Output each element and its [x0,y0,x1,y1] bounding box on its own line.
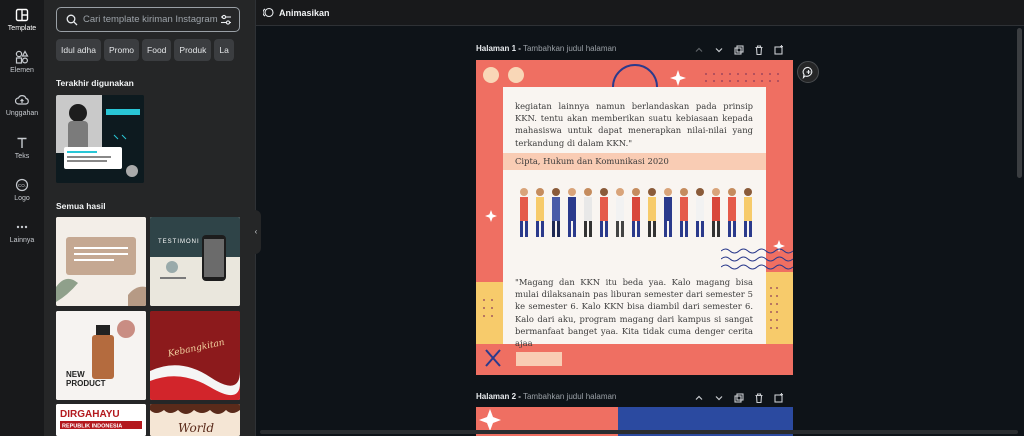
rail-label: Lainnya [9,237,35,244]
editor-topbar: Animasikan [256,0,1024,26]
page-1-tools [693,43,793,56]
search-input[interactable]: Cari template kiriman Instagram [83,14,218,25]
collapse-panel-button[interactable]: ‹ [251,210,261,254]
recent-template-art [56,95,144,183]
recent-template-thumb[interactable] [56,95,144,183]
rail-uploads[interactable]: Unggahan [0,93,44,117]
all-results-title: Semua hasil [56,201,106,211]
template-thumb[interactable]: TESTIMONI [150,217,240,306]
svg-text:CO.: CO. [18,183,26,188]
recent-title: Terakhir digunakan [56,78,134,88]
template-thumb[interactable]: NEW PRODUCT [56,311,146,400]
people-illustration[interactable] [516,182,756,244]
caption-band: Cipta, Hukum dan Komunikasi 2020 [503,153,766,170]
more-dots-icon [16,225,28,229]
rail-label: Logo [14,195,30,202]
duplicate-page-icon[interactable] [733,43,745,55]
delete-page-icon[interactable] [753,391,765,404]
dirgahayu-template-art: DIRGAHAYU REPUBLIK INDONESIA [56,404,146,436]
rail-logo[interactable]: CO. Logo [0,178,44,202]
page-1-header: Halaman 1 - Tambahkan judul halaman [476,44,616,53]
move-up-icon[interactable] [693,391,705,403]
chip[interactable]: Idul adha [56,39,101,61]
chip[interactable]: Food [142,39,172,61]
chip[interactable]: Produk [174,39,212,61]
template-thumb[interactable] [56,217,146,306]
add-page-icon[interactable] [773,43,785,55]
delete-page-icon[interactable] [753,43,765,56]
quote-text-2[interactable]: "Magang dan KKN itu beda yaa. Kalo magan… [515,276,753,349]
rail-label: Teks [14,153,30,160]
template-thumb[interactable]: DIRGAHAYU REPUBLIK INDONESIA [56,404,146,436]
add-page-icon[interactable] [773,391,785,403]
chip[interactable]: Promo [103,39,140,61]
rail-label: Elemen [10,67,34,74]
duplicate-page-icon[interactable] [733,391,745,403]
animate-icon [263,7,274,18]
text-icon [17,137,27,148]
move-down-icon[interactable] [713,391,725,403]
page-2-title-input[interactable]: Tambahkan judul halaman [523,392,616,401]
template-thumb[interactable]: Kebangkitan [150,311,240,400]
world-template-art: World [150,404,240,436]
template-panel: Cari template kiriman Instagram Idul adh… [44,0,255,436]
filter-sliders-icon[interactable] [220,14,232,26]
thumb-text: REPUBLIK INDONESIA [62,424,122,430]
thumb-text: TESTIMONI [158,239,200,245]
horizontal-scrollbar[interactable] [260,430,1018,434]
logo-icon: CO. [15,178,29,192]
search-icon [66,14,78,26]
chip[interactable]: La [214,39,234,61]
rail-text[interactable]: Teks [0,136,44,160]
rail-template[interactable]: Template [0,8,44,32]
design-canvas-page-1[interactable]: Cipta, Hukum dan Komunikasi 2020 kegiata… [476,60,793,375]
testimonial-template-art: TESTIMONI [150,217,240,306]
independence-template-art: Kebangkitan [150,311,240,400]
page-2-label: Halaman 2 - [476,392,521,401]
vertical-scrollbar[interactable] [1017,28,1022,178]
category-chips: Idul adha Promo Food Produk La [56,39,252,61]
comment-icon [802,66,813,79]
caption-text[interactable]: Cipta, Hukum dan Komunikasi 2020 [515,156,669,166]
chevron-left-icon: ‹ [254,227,258,236]
search-box[interactable]: Cari template kiriman Instagram [56,7,240,32]
add-comment-button[interactable] [797,61,819,83]
template-icon [15,8,29,22]
elements-icon [15,50,29,64]
rail-more[interactable]: Lainnya [0,220,44,244]
move-up-icon[interactable] [693,43,705,55]
wave-lines [721,248,793,270]
page-2-tools [693,391,793,404]
thumb-text: PRODUCT [66,379,106,388]
rail-elements[interactable]: Elemen [0,50,44,74]
thumb-text: World [178,421,214,435]
quote-template-art [56,217,146,306]
product-template-art: NEW PRODUCT [56,311,146,400]
move-down-icon[interactable] [713,43,725,55]
upload-cloud-icon [15,95,29,105]
page-1-label: Halaman 1 - [476,44,521,53]
animate-button[interactable]: Animasikan [263,7,330,18]
quote-text-1[interactable]: kegiatan lainnya namun berlandaskan pada… [515,100,753,149]
rail-label: Template [7,25,37,32]
page-1-title-input[interactable]: Tambahkan judul halaman [523,44,616,53]
page-2-header: Halaman 2 - Tambahkan judul halaman [476,392,616,401]
rail-label: Unggahan [5,110,39,117]
thumb-text: NEW [66,370,85,379]
animate-label: Animasikan [279,8,330,18]
side-rail: Template Elemen Unggahan Teks CO. Logo L… [0,0,44,436]
thumb-text: DIRGAHAYU [60,409,120,420]
template-thumb[interactable]: World [150,404,240,436]
